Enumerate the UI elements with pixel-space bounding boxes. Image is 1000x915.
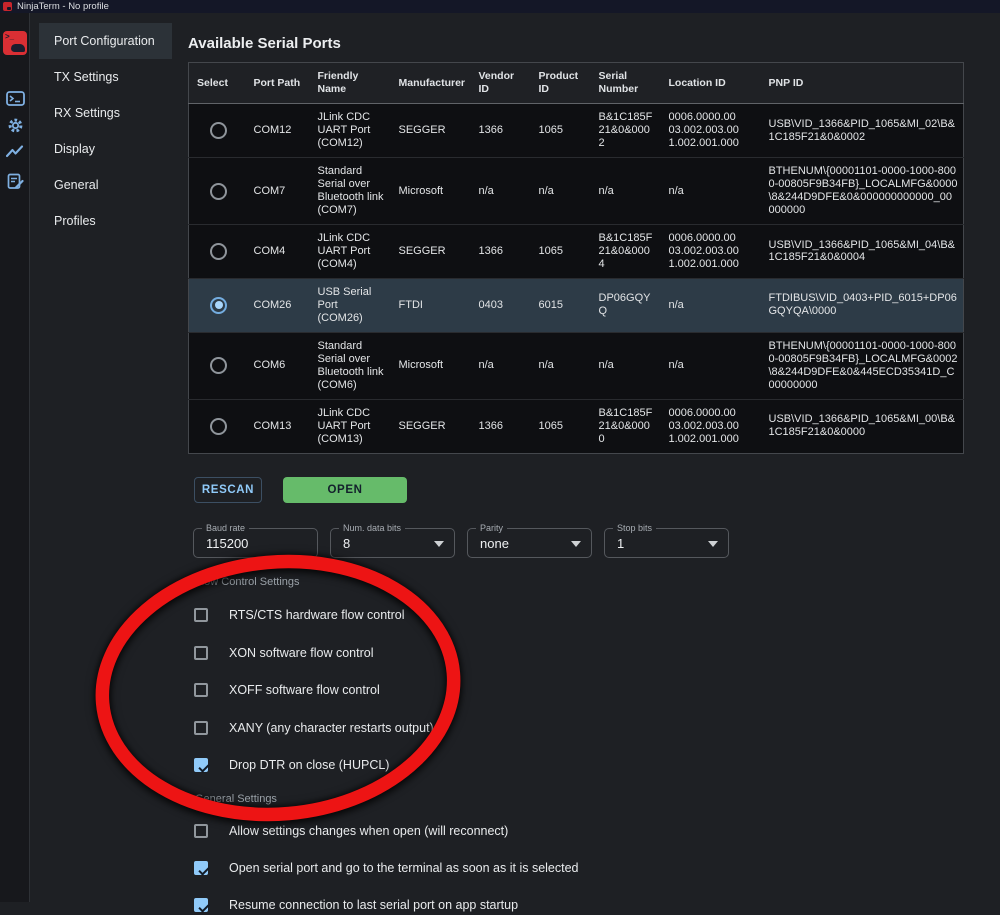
sidebar-item-display[interactable]: Display: [31, 131, 172, 167]
col-vendor-id: Vendor ID: [471, 63, 531, 104]
table-row-com7[interactable]: COM7 Standard Serial over Bluetooth link…: [189, 158, 964, 225]
general-settings-heading: General Settings: [195, 793, 277, 805]
checkbox-icon[interactable]: [194, 758, 208, 772]
radio-com7[interactable]: [210, 183, 227, 200]
chevron-down-icon: [708, 541, 718, 547]
icon-rail: >_: [0, 13, 30, 902]
window-title: NinjaTerm - No profile: [17, 1, 109, 12]
graph-icon[interactable]: [0, 145, 30, 158]
sidebar-item-tx-settings[interactable]: TX Settings: [31, 59, 172, 95]
window-titlebar: NinjaTerm - No profile: [0, 0, 1000, 13]
checkbox-icon[interactable]: [194, 721, 208, 735]
checkbox-icon[interactable]: [194, 824, 208, 838]
radio-com13[interactable]: [210, 418, 227, 435]
checkbox-xany[interactable]: XANY (any character restarts output): [194, 718, 434, 738]
ninjaterm-logo-icon[interactable]: >_: [3, 31, 27, 55]
serial-ports-table: Select Port Path Friendly Name Manufactu…: [188, 62, 964, 454]
checkbox-icon[interactable]: [194, 608, 208, 622]
sidebar-item-rx-settings[interactable]: RX Settings: [31, 95, 172, 131]
sidebar-item-port-configuration[interactable]: Port Configuration: [39, 23, 172, 59]
checkbox-drop-dtr[interactable]: Drop DTR on close (HUPCL): [194, 755, 389, 775]
checkbox-xon[interactable]: XON software flow control: [194, 643, 374, 663]
baud-rate-label: Baud rate: [202, 523, 249, 533]
table-row-com13[interactable]: COM13 JLink CDC UART Port (COM13) SEGGER…: [189, 399, 964, 453]
sidebar-item-profiles[interactable]: Profiles: [31, 203, 172, 239]
col-serial-number: Serial Number: [591, 63, 661, 104]
col-friendly-name: Friendly Name: [310, 63, 391, 104]
table-header-row: Select Port Path Friendly Name Manufactu…: [189, 63, 964, 104]
checkbox-open-port-on-select[interactable]: Open serial port and go to the terminal …: [194, 858, 579, 878]
rescan-button[interactable]: RESCAN: [194, 477, 262, 503]
col-manufacturer: Manufacturer: [391, 63, 471, 104]
table-row-com6[interactable]: COM6 Standard Serial over Bluetooth link…: [189, 332, 964, 399]
app-icon: [3, 2, 12, 11]
col-product-id: Product ID: [531, 63, 591, 104]
stop-bits-select[interactable]: Stop bits 1: [604, 528, 729, 558]
settings-menu: Port Configuration TX Settings RX Settin…: [31, 13, 172, 239]
open-button[interactable]: OPEN: [283, 477, 407, 503]
table-row-com26[interactable]: COM26 USB Serial Port (COM26) FTDI 0403 …: [189, 278, 964, 332]
flow-control-heading: Flow Control Settings: [195, 576, 300, 588]
sidebar-item-general[interactable]: General: [31, 167, 172, 203]
settings-gear-icon[interactable]: [0, 117, 30, 134]
radio-com6[interactable]: [210, 357, 227, 374]
terminal-icon[interactable]: [0, 91, 30, 106]
checkbox-icon[interactable]: [194, 683, 208, 697]
baud-rate-input[interactable]: Baud rate 115200: [193, 528, 318, 558]
col-pnp-id: PNP ID: [761, 63, 964, 104]
col-select: Select: [189, 63, 246, 104]
chevron-down-icon: [434, 541, 444, 547]
col-port-path: Port Path: [246, 63, 310, 104]
checkbox-resume-connection[interactable]: Resume connection to last serial port on…: [194, 895, 518, 915]
radio-com26[interactable]: [210, 297, 227, 314]
num-data-bits-select[interactable]: Num. data bits 8: [330, 528, 455, 558]
table-row-com4[interactable]: COM4 JLink CDC UART Port (COM4) SEGGER 1…: [189, 225, 964, 279]
checkbox-allow-settings-changes[interactable]: Allow settings changes when open (will r…: [194, 821, 508, 841]
checkbox-xoff[interactable]: XOFF software flow control: [194, 680, 380, 700]
checkbox-icon[interactable]: [194, 898, 208, 912]
radio-com12[interactable]: [210, 122, 227, 139]
checkbox-icon[interactable]: [194, 646, 208, 660]
chevron-down-icon: [571, 541, 581, 547]
parity-select[interactable]: Parity none: [467, 528, 592, 558]
table-row-com12[interactable]: COM12 JLink CDC UART Port (COM12) SEGGER…: [189, 104, 964, 158]
baud-rate-value: 115200: [206, 536, 248, 551]
radio-com4[interactable]: [210, 243, 227, 260]
checkbox-rts-cts[interactable]: RTS/CTS hardware flow control: [194, 605, 405, 625]
checkbox-icon[interactable]: [194, 861, 208, 875]
logbook-icon[interactable]: [0, 173, 30, 190]
page-title: Available Serial Ports: [188, 35, 341, 52]
col-location-id: Location ID: [661, 63, 761, 104]
